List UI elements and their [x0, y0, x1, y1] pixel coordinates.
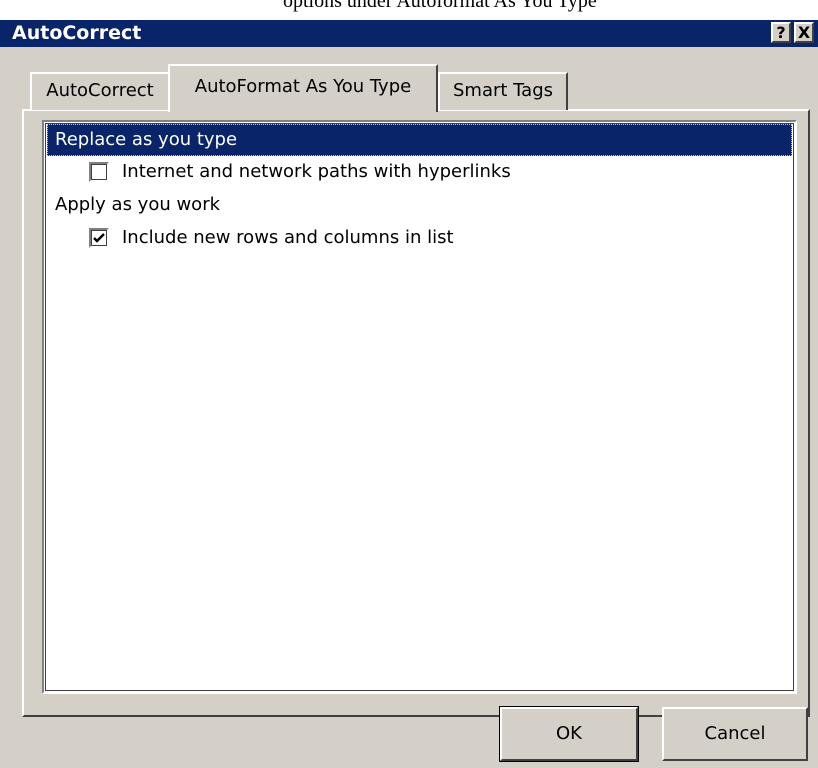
list-group-apply-as-you-work[interactable]: Apply as you work [47, 189, 792, 221]
item-label: Internet and network paths with hyperlin… [122, 161, 511, 182]
ok-button[interactable]: OK [499, 706, 639, 762]
help-button[interactable]: ? [771, 22, 791, 43]
group-label: Replace as you type [55, 129, 238, 150]
list-item-internet-paths[interactable]: Internet and network paths with hyperlin… [47, 156, 792, 188]
item-label: Include new rows and columns in list [122, 227, 454, 248]
checkbox-include-rows-columns[interactable] [89, 228, 109, 248]
list-group-replace-as-you-type[interactable]: Replace as you type [47, 124, 792, 156]
tab-smart-tags[interactable]: Smart Tags [438, 72, 568, 110]
group-label: Apply as you work [55, 194, 221, 215]
window-title: AutoCorrect [12, 22, 142, 44]
tab-autoformat-as-you-type[interactable]: AutoFormat As You Type [168, 64, 438, 112]
caption-label: options under Autoformat As You Type [283, 0, 597, 12]
title-bar[interactable]: AutoCorrect ? X [0, 20, 818, 47]
options-list[interactable]: Replace as you type Internet and network… [42, 120, 797, 694]
cancel-button[interactable]: Cancel [662, 707, 808, 761]
caption-text: options under Autoformat As You Type [0, 0, 818, 20]
tab-autocorrect[interactable]: AutoCorrect [30, 72, 170, 110]
checkbox-internet-paths[interactable] [89, 162, 109, 182]
close-button[interactable]: X [794, 22, 814, 43]
list-item-include-rows-columns[interactable]: Include new rows and columns in list [47, 222, 792, 254]
checkmark-icon [93, 233, 105, 243]
dialog-body: AutoCorrect AutoFormat As You Type Smart… [0, 47, 818, 768]
